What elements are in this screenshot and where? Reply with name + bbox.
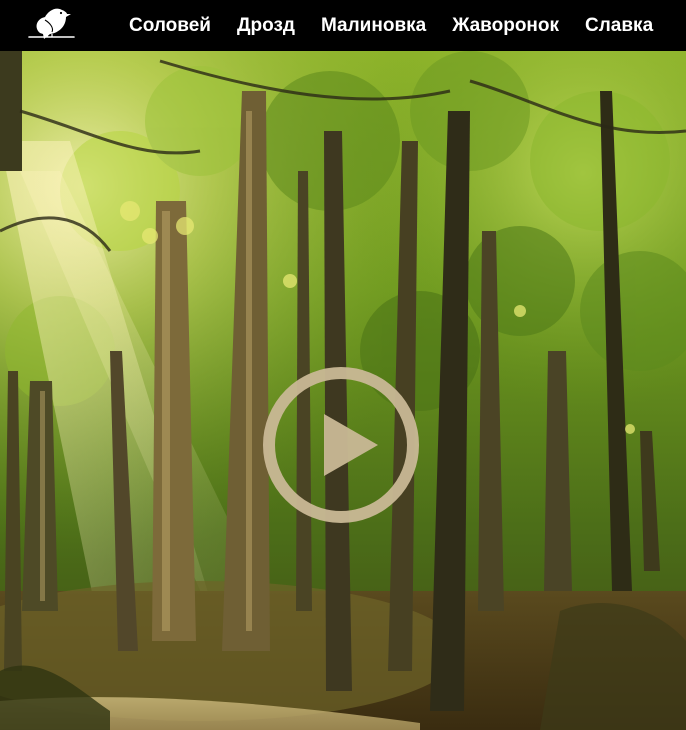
nav-link-thrush[interactable]: Дрозд xyxy=(237,15,295,37)
nav-link-nightingale[interactable]: Соловей xyxy=(129,15,211,37)
nav-link-warbler[interactable]: Славка xyxy=(585,15,653,37)
play-button[interactable] xyxy=(262,366,420,524)
nav-link-robin[interactable]: Малиновка xyxy=(321,15,426,37)
play-icon xyxy=(263,367,419,523)
nav-link-lark[interactable]: Жаворонок xyxy=(452,15,559,37)
bird-nav-menu: Соловей Дрозд Малиновка Жаворонок Славка xyxy=(116,0,666,51)
page: Соловей Дрозд Малиновка Жаворонок Славка xyxy=(0,0,686,730)
hero-video[interactable] xyxy=(0,51,686,730)
bird-logo-icon[interactable] xyxy=(26,2,78,42)
top-navigation-bar: Соловей Дрозд Малиновка Жаворонок Славка xyxy=(0,0,686,51)
